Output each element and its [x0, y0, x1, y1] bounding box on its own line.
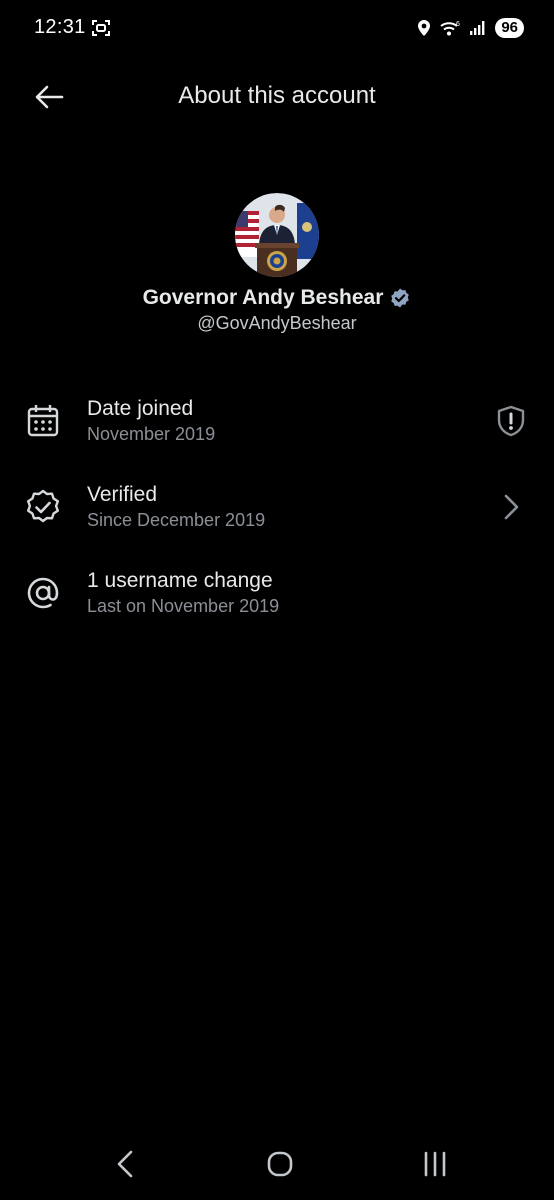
system-nav-bar [0, 1128, 554, 1200]
at-sign-icon [27, 577, 59, 609]
chevron-right-icon[interactable] [494, 490, 528, 524]
list-item-text: Date joined November 2019 [87, 396, 215, 446]
list-item-subtitle: Since December 2019 [87, 510, 266, 530]
status-right-group: 6 96 [417, 17, 524, 39]
wifi-icon: 6 [440, 21, 460, 36]
list-item-text: 1 username change Last on November 2019 [87, 568, 279, 618]
username-handle: @GovAndyBeshear [197, 313, 357, 333]
display-name: Governor Andy Beshear [142, 286, 384, 309]
back-nav-icon[interactable] [104, 1142, 148, 1186]
shield-alert-icon[interactable] [494, 404, 528, 438]
screenshot-scan-icon [92, 20, 110, 36]
recents-nav-icon[interactable] [413, 1142, 457, 1186]
battery-level: 96 [495, 18, 524, 38]
svg-text:6: 6 [456, 21, 460, 28]
list-item-subtitle: Last on November 2019 [87, 596, 280, 616]
location-icon [418, 20, 431, 36]
list-item-title: Verified [87, 483, 158, 506]
verified-badge-outline-icon [27, 489, 59, 523]
header: About this account [0, 58, 554, 136]
profile-section: Governor Andy Beshear @GovAndyBeshear [0, 193, 554, 334]
avatar[interactable] [235, 193, 319, 277]
list-item-title: Date joined [87, 397, 194, 420]
calendar-icon [27, 405, 59, 437]
list-item-subtitle: November 2019 [87, 424, 216, 444]
status-time: 12:31 [34, 16, 86, 38]
list-item-title: 1 username change [87, 569, 273, 592]
account-info-list: Date joined November 2019 Verified Since… [0, 388, 554, 646]
list-item-date-joined: Date joined November 2019 [0, 388, 554, 474]
home-nav-icon[interactable] [258, 1142, 302, 1186]
name-row: Governor Andy Beshear [0, 283, 554, 313]
signal-icon [470, 21, 485, 35]
verified-badge-icon[interactable] [389, 287, 411, 309]
page-title: About this account [178, 82, 376, 109]
list-item-verified[interactable]: Verified Since December 2019 [0, 474, 554, 560]
list-item-text: Verified Since December 2019 [87, 482, 265, 532]
list-item-username-change: 1 username change Last on November 2019 [0, 560, 554, 646]
status-bar: 12:31 6 96 [0, 0, 554, 58]
